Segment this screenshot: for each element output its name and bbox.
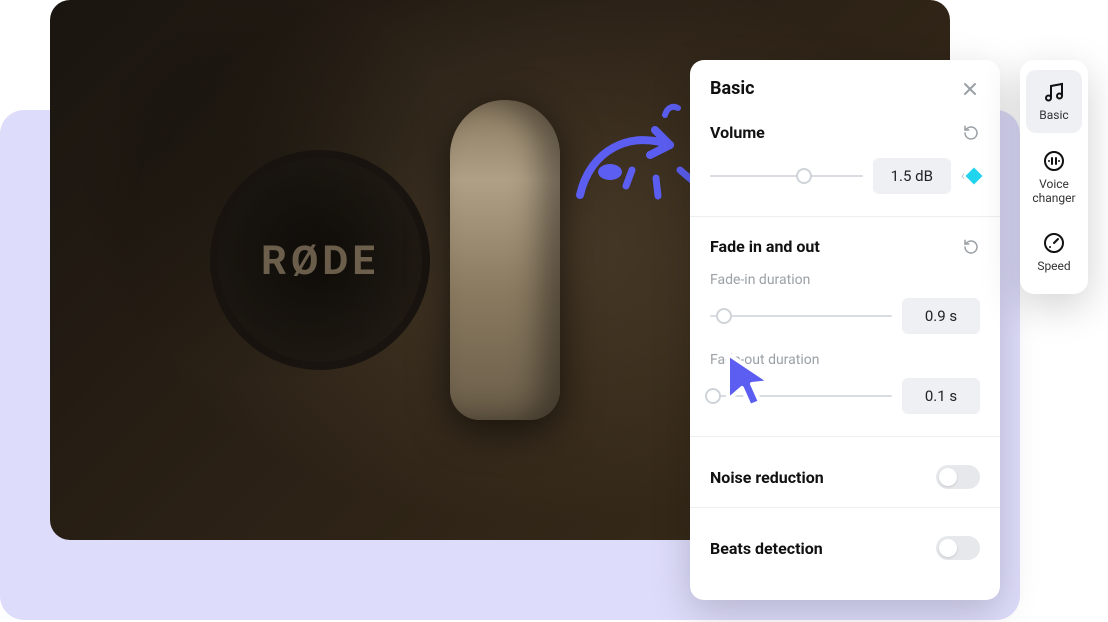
fade-title: Fade in and out — [710, 237, 820, 256]
fade-in-label: Fade-in duration — [710, 272, 980, 288]
fade-section: Fade in and out Fade-in duration 0.9 s F… — [710, 237, 980, 414]
sidebar-item-label: Basic — [1039, 109, 1068, 123]
noise-reduction-toggle[interactable] — [936, 465, 980, 489]
music-note-icon — [1042, 80, 1066, 104]
reset-fade-button[interactable] — [962, 238, 980, 256]
microphone-body — [450, 100, 560, 420]
divider — [690, 216, 1000, 217]
reset-icon — [962, 238, 980, 256]
basic-panel: Basic Volume 1.5 dB ‹ Fade in and ou — [690, 60, 1000, 600]
beats-detection-toggle[interactable] — [936, 536, 980, 560]
fade-out-slider[interactable] — [710, 386, 892, 406]
speedometer-icon — [1042, 231, 1066, 255]
beats-detection-label: Beats detection — [710, 539, 823, 558]
volume-value[interactable]: 1.5 dB — [873, 158, 951, 194]
close-icon — [962, 81, 978, 97]
sidebar-item-speed[interactable]: Speed — [1026, 221, 1082, 284]
sidebar-item-voice-changer[interactable]: Voice changer — [1026, 139, 1082, 216]
sidebar-item-label: Voice changer — [1028, 178, 1080, 206]
volume-title: Volume — [710, 123, 765, 142]
pop-filter: RØDE — [210, 150, 430, 370]
keyframe-control[interactable]: ‹ — [961, 168, 980, 184]
fade-in-slider[interactable] — [710, 306, 892, 326]
reset-icon — [962, 124, 980, 142]
brand-text: RØDE — [261, 237, 379, 284]
divider — [690, 436, 1000, 437]
close-button[interactable] — [960, 79, 980, 99]
noise-reduction-label: Noise reduction — [710, 468, 824, 487]
fade-out-label: Fade-out duration — [710, 352, 980, 368]
keyframe-diamond-icon — [966, 168, 983, 185]
chevron-left-icon: ‹ — [961, 168, 965, 184]
voice-wave-icon — [1042, 149, 1066, 173]
sidebar-item-label: Speed — [1037, 260, 1070, 274]
volume-slider[interactable] — [710, 166, 863, 186]
fade-in-value[interactable]: 0.9 s — [902, 298, 980, 334]
fade-out-value[interactable]: 0.1 s — [902, 378, 980, 414]
sidebar-item-basic[interactable]: Basic — [1026, 70, 1082, 133]
panel-title: Basic — [710, 78, 755, 99]
divider — [690, 507, 1000, 508]
volume-section: Volume 1.5 dB ‹ — [710, 123, 980, 194]
reset-volume-button[interactable] — [962, 124, 980, 142]
right-sidebar: Basic Voice changer Speed — [1020, 60, 1088, 294]
